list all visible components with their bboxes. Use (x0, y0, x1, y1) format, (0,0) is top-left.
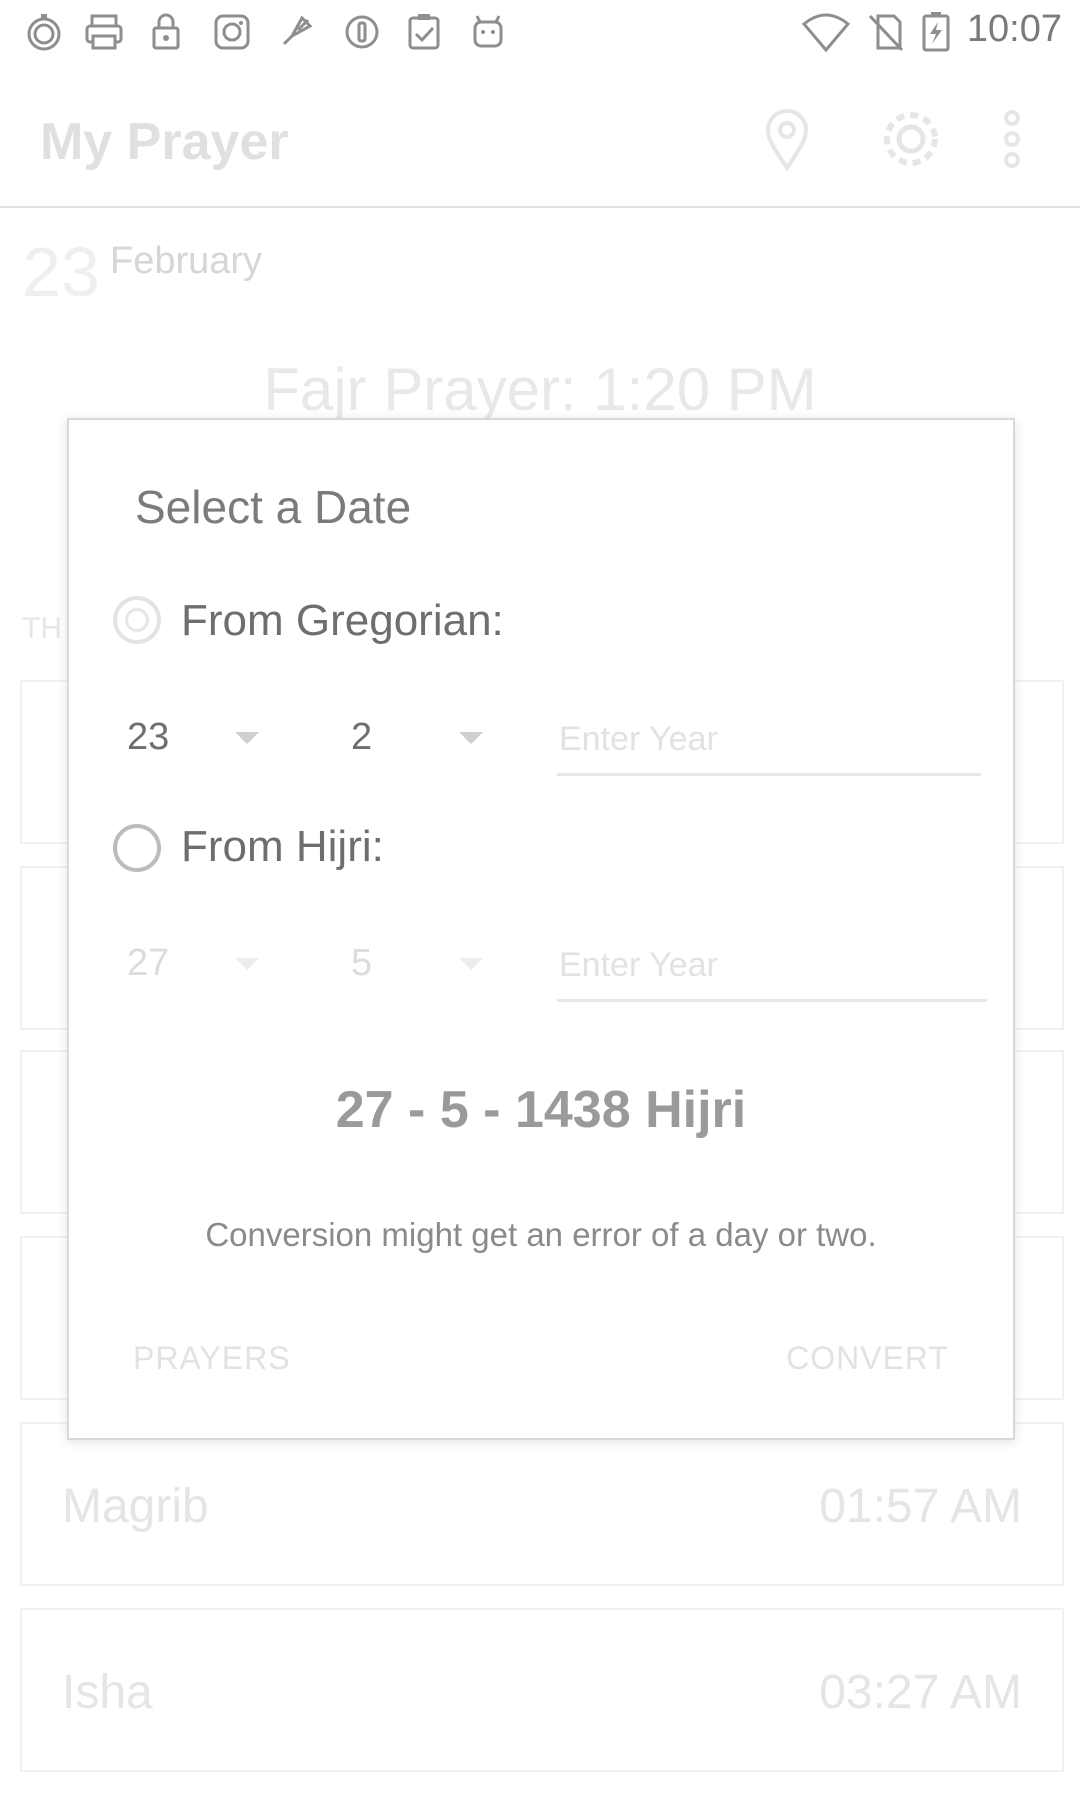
printer-icon (85, 14, 123, 50)
date-month: February (110, 240, 263, 282)
conversion-note: Conversion might get an error of a day o… (205, 1216, 877, 1253)
battery-charging-icon (922, 12, 950, 52)
chevron-down-icon[interactable] (459, 732, 483, 744)
status-time: 10:07 (966, 8, 1062, 50)
app-bar: My Prayer (0, 62, 1080, 208)
prayers-button[interactable]: PRAYERS (133, 1340, 291, 1377)
circle-info-icon (345, 15, 379, 49)
lock-icon (152, 13, 180, 50)
no-sim-icon (868, 14, 904, 52)
next-prayer-label: Fajr Prayer: 1:20 PM (263, 356, 817, 423)
date-day: 23 (22, 233, 100, 311)
android-icon (473, 15, 503, 48)
hijri-label: From Hijri: (181, 822, 384, 871)
prayer-name: Isha (62, 1666, 153, 1719)
prayer-time: 01:57 AM (819, 1480, 1022, 1533)
clipboard-check-icon (408, 14, 440, 50)
dialog-title: Select a Date (135, 481, 412, 533)
stopwatch-icon (27, 14, 61, 51)
hijri-month-spinner[interactable]: 5 (351, 942, 372, 985)
prayer-name: Magrib (62, 1480, 209, 1533)
hijri-year-input[interactable] (557, 942, 987, 1002)
chevron-down-icon[interactable] (235, 958, 259, 970)
gregorian-month-spinner[interactable]: 2 (351, 716, 372, 759)
gregorian-label: From Gregorian: (181, 596, 504, 645)
prayer-time: 03:27 AM (819, 1666, 1022, 1719)
hijri-radio[interactable] (113, 824, 161, 872)
wifi-icon (801, 13, 851, 53)
gear-icon[interactable] (876, 104, 946, 174)
gregorian-year-input[interactable] (557, 716, 981, 776)
location-pin-icon[interactable] (752, 104, 822, 174)
radio-selected-dot (125, 608, 149, 632)
gregorian-day-spinner[interactable]: 23 (127, 716, 169, 759)
prayer-card[interactable]: Magrib 01:57 AM (20, 1422, 1064, 1586)
rocket-icon (282, 15, 313, 46)
convert-button[interactable]: CONVERT (786, 1340, 949, 1377)
gregorian-radio[interactable] (113, 596, 161, 644)
section-label: TH (22, 612, 62, 645)
more-vert-icon[interactable] (990, 104, 1034, 174)
prayer-card[interactable]: Isha 03:27 AM (20, 1608, 1064, 1772)
hijri-day-spinner[interactable]: 27 (127, 942, 169, 985)
select-date-dialog: Select a Date From Gregorian: 23 2 From … (67, 418, 1015, 1440)
instagram-icon (214, 14, 250, 50)
status-bar: 10:07 (0, 0, 1080, 62)
chevron-down-icon[interactable] (459, 958, 483, 970)
chevron-down-icon[interactable] (235, 732, 259, 744)
app-title: My Prayer (40, 113, 289, 171)
conversion-result: 27 - 5 - 1438 Hijri (335, 1081, 747, 1139)
